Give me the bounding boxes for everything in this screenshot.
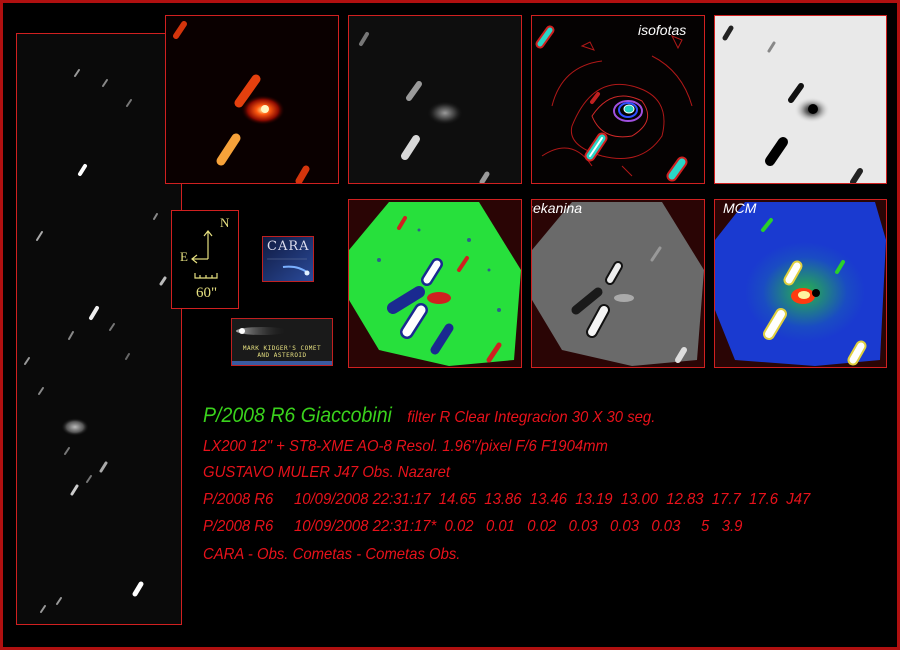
orientation-box: N E 60" [171, 210, 239, 309]
north-label: N [220, 215, 230, 230]
mcm-label: MCM [723, 200, 757, 216]
info-line-credits: CARA - Obs. Cometas - Cometas Obs. [203, 546, 461, 563]
grayscale-raw-image [348, 15, 522, 184]
main-star-field-image [16, 33, 182, 625]
mcm-render [715, 202, 886, 366]
negative-image [714, 15, 887, 184]
info-line-magnitudes: P/2008 R6 10/09/2008 22:31:17 14.65 13.8… [203, 491, 811, 508]
ad-line-2: AND ASTEROID [257, 352, 307, 359]
mcm-image: MCM [714, 199, 887, 368]
east-label: E [180, 249, 188, 264]
object-name: P/2008 R6 Giaccobini [203, 404, 392, 427]
gray-comet-render [359, 32, 490, 183]
larson-sekanina-image: larson sekanina [531, 199, 705, 368]
info-line-equipment: LX200 12" + ST8-XME AO-8 Resol. 1.96"/pi… [203, 438, 608, 455]
scale-label: 60" [196, 285, 218, 301]
hot-comet-render [173, 21, 310, 183]
larson-sekanina-label: larson sekanina [531, 200, 583, 216]
cara-logo: CARA [262, 236, 314, 282]
info-line-errors: P/2008 R6 10/09/2008 22:31:17* 0.02 0.01… [203, 518, 743, 535]
green-processed-render [349, 202, 521, 366]
isophotes-image: isofotas [531, 15, 705, 184]
negative-comet-render [722, 25, 863, 183]
cara-logo-text: CARA [267, 239, 310, 254]
comet-ad-banner: MARK KIDGER'S COMET AND ASTEROID [231, 318, 333, 366]
info-line-observer: GUSTAVO MULER J47 Obs. Nazaret [203, 464, 450, 481]
green-filtered-image [348, 199, 522, 368]
false-color-hot-image [165, 15, 339, 184]
info-line-object: P/2008 R6 Giaccobini filter R Clear Inte… [203, 404, 655, 428]
isofotas-label: isofotas [638, 22, 687, 38]
larson-sekanina-render [532, 202, 704, 366]
filter-exposure: filter R Clear Integracion 30 X 30 seg. [407, 409, 656, 426]
star-trails [24, 69, 167, 613]
isophote-contours [535, 25, 693, 182]
ad-line-1: MARK KIDGER'S COMET [242, 345, 322, 352]
